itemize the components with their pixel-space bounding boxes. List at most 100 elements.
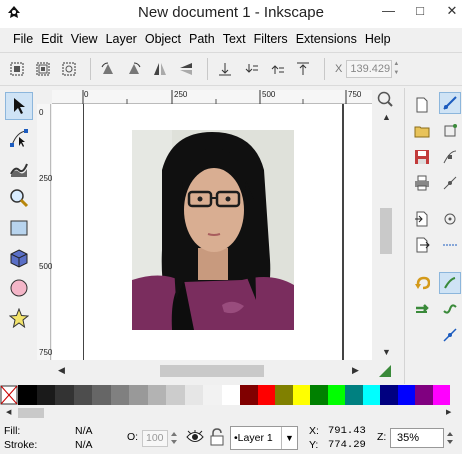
flip-vertical-icon[interactable] [175, 58, 197, 80]
color-swatch[interactable] [257, 385, 275, 405]
snap-page-icon[interactable] [439, 272, 461, 294]
export-icon[interactable] [411, 234, 433, 256]
new-document-icon[interactable] [411, 94, 433, 116]
minimize-button[interactable]: — [382, 3, 395, 19]
close-button[interactable]: ✕ [446, 3, 458, 19]
opacity-input[interactable]: 100 [142, 430, 168, 447]
lower-icon[interactable] [240, 58, 262, 80]
select-all-in-all-layers-icon[interactable] [32, 58, 54, 80]
menu-file[interactable]: File [9, 32, 37, 46]
color-swatch[interactable] [275, 385, 293, 405]
ellipse-tool[interactable] [5, 274, 33, 302]
scroll-left-icon[interactable]: ◀ [58, 365, 65, 376]
print-icon[interactable] [411, 172, 433, 194]
imported-photo[interactable] [132, 130, 294, 330]
save-icon[interactable] [411, 146, 433, 168]
snap-path-icon[interactable] [439, 298, 461, 320]
horizontal-scroll-thumb[interactable] [160, 365, 264, 377]
color-swatch[interactable] [36, 385, 55, 405]
scroll-down-icon[interactable]: ▼ [382, 347, 391, 357]
color-swatch[interactable] [345, 385, 363, 405]
undo-icon[interactable] [411, 272, 433, 294]
lock-icon[interactable] [210, 428, 224, 446]
selector-tool[interactable] [5, 92, 33, 120]
menu-view[interactable]: View [67, 32, 102, 46]
no-paint-swatch[interactable] [0, 385, 18, 405]
menu-layer[interactable]: Layer [102, 32, 141, 46]
drawing-canvas[interactable] [52, 104, 372, 360]
flip-horizontal-icon[interactable] [149, 58, 171, 80]
color-manage-icon[interactable] [378, 364, 392, 378]
color-swatch[interactable] [73, 385, 92, 405]
zoom-input[interactable]: 35% [390, 428, 444, 448]
zoom-tool[interactable] [5, 184, 33, 212]
rotate-ccw-icon[interactable] [97, 58, 119, 80]
vertical-scroll-thumb[interactable] [380, 208, 392, 254]
eye-icon[interactable] [186, 430, 204, 444]
menu-text[interactable]: Text [219, 32, 250, 46]
color-swatch[interactable] [292, 385, 310, 405]
maximize-button[interactable]: □ [414, 3, 426, 19]
color-swatch[interactable] [129, 385, 148, 405]
color-swatch[interactable] [397, 385, 415, 405]
menu-extensions[interactable]: Extensions [292, 32, 361, 46]
color-swatch[interactable] [380, 385, 398, 405]
color-swatch[interactable] [55, 385, 74, 405]
snap-centers-icon[interactable] [439, 208, 461, 230]
lower-to-bottom-icon[interactable] [214, 58, 236, 80]
raise-to-top-icon[interactable] [292, 58, 314, 80]
palette-scroll-thumb[interactable] [18, 408, 44, 418]
color-swatch[interactable] [310, 385, 328, 405]
menu-filters[interactable]: Filters [250, 32, 292, 46]
menu-help[interactable]: Help [361, 32, 395, 46]
scroll-up-icon[interactable]: ▲ [382, 112, 391, 122]
color-swatch[interactable] [362, 385, 380, 405]
menu-path[interactable]: Path [185, 32, 219, 46]
color-swatch[interactable] [240, 385, 258, 405]
color-swatch[interactable] [110, 385, 129, 405]
palette-scroll-left-icon[interactable]: ◀ [6, 408, 11, 416]
snap-bbox-icon[interactable] [439, 120, 461, 142]
menu-edit[interactable]: Edit [37, 32, 67, 46]
color-swatch[interactable] [166, 385, 185, 405]
color-swatch[interactable] [147, 385, 166, 405]
rectangle-tool[interactable] [5, 214, 33, 242]
x-input[interactable]: 139.429 [346, 60, 393, 78]
deselect-icon[interactable] [58, 58, 80, 80]
snap-nodes-icon[interactable] [439, 146, 461, 168]
opacity-spinner-icon[interactable] [170, 430, 178, 446]
palette-scrollbar[interactable]: ◀ ▶ [0, 405, 462, 421]
3d-box-tool[interactable] [5, 244, 33, 272]
open-folder-icon[interactable] [411, 120, 433, 142]
horizontal-scrollbar[interactable]: ◀ ▶ [52, 362, 391, 380]
current-layer-select[interactable]: •Layer 1 ▼ [230, 426, 298, 450]
redo-icon[interactable] [411, 298, 433, 320]
star-tool[interactable] [5, 304, 33, 332]
menu-object[interactable]: Object [141, 32, 185, 46]
vertical-scrollbar[interactable]: ▲ ▼ [378, 90, 394, 360]
color-swatch[interactable] [18, 385, 37, 405]
color-swatch[interactable] [184, 385, 203, 405]
chevron-down-icon[interactable]: ▼ [281, 427, 297, 449]
zoom-spinner-icon[interactable] [446, 430, 454, 446]
select-all-in-layer-icon[interactable] [6, 58, 28, 80]
color-swatch[interactable] [92, 385, 111, 405]
color-swatch[interactable] [203, 385, 222, 405]
x-spinner[interactable]: ▲ ▼ [393, 60, 402, 78]
tweak-tool[interactable] [5, 154, 33, 182]
rotate-cw-icon[interactable] [123, 58, 145, 80]
fill-value[interactable]: N/A [75, 425, 93, 437]
color-swatch[interactable] [415, 385, 433, 405]
snap-guide-icon[interactable] [439, 234, 461, 256]
node-tool[interactable] [5, 124, 33, 152]
snap-intersection-icon[interactable] [439, 324, 461, 346]
scroll-right-icon[interactable]: ▶ [352, 365, 359, 376]
palette-scroll-right-icon[interactable]: ▶ [446, 408, 451, 416]
stroke-value[interactable]: N/A [75, 439, 93, 451]
color-swatch[interactable] [327, 385, 345, 405]
import-icon[interactable] [411, 208, 433, 230]
raise-icon[interactable] [266, 58, 288, 80]
snap-toggle-icon[interactable] [439, 92, 461, 114]
color-swatch[interactable] [432, 385, 450, 405]
color-swatch[interactable] [221, 385, 240, 405]
